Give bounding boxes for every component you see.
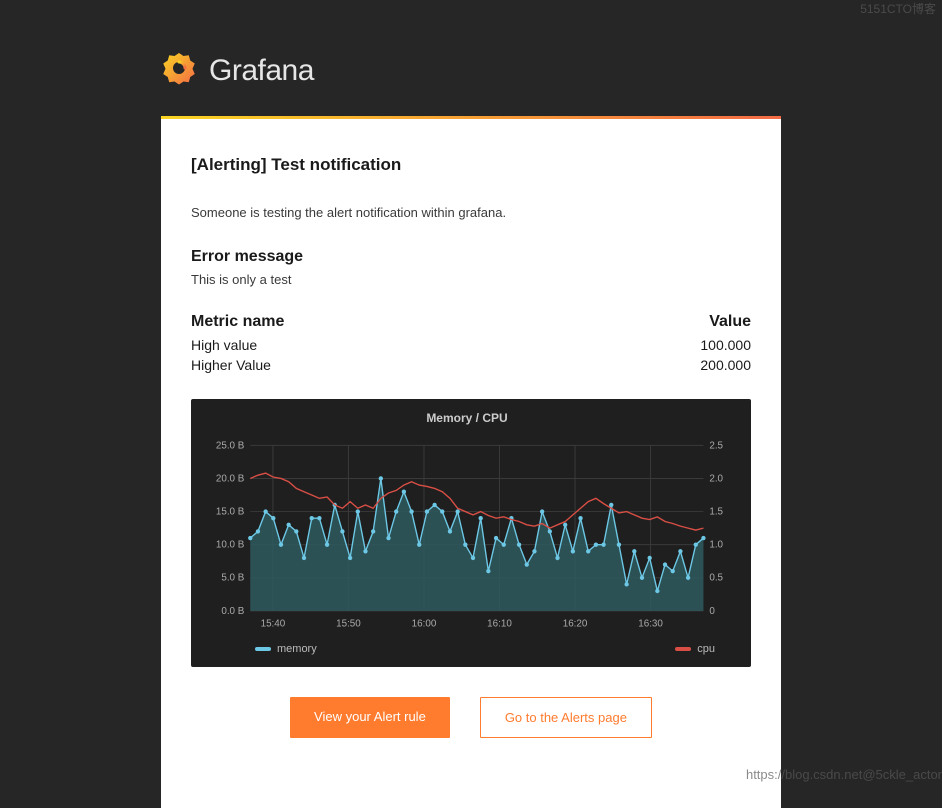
legend-item-memory: memory [255, 643, 317, 655]
svg-text:0.0 B: 0.0 B [221, 606, 244, 617]
brand-name: Grafana [209, 54, 314, 88]
svg-text:16:30: 16:30 [638, 619, 663, 630]
metrics-header-name: Metric name [191, 313, 284, 331]
legend-label: memory [277, 643, 317, 655]
email-card: Grafana [Alerting] Test notification Som… [161, 40, 781, 808]
alert-title: [Alerting] Test notification [191, 155, 751, 175]
svg-text:16:00: 16:00 [412, 619, 437, 630]
svg-text:16:10: 16:10 [487, 619, 512, 630]
alert-subtitle: Someone is testing the alert notificatio… [191, 205, 751, 220]
watermark-bottom: https://blog.csdn.net@5ckle_actor [746, 767, 942, 782]
watermark-top: 5151CTO博客 [860, 0, 936, 17]
svg-text:1.5: 1.5 [709, 507, 723, 518]
error-body: This is only a test [191, 272, 751, 287]
svg-text:0.5: 0.5 [709, 573, 723, 584]
chart-legend: memory cpu [201, 641, 733, 655]
svg-text:15.0 B: 15.0 B [216, 507, 245, 518]
chart-title: Memory / CPU [201, 411, 733, 425]
go-to-alerts-page-button[interactable]: Go to the Alerts page [480, 697, 652, 738]
error-heading: Error message [191, 248, 751, 266]
chart-svg: 0.0 B 0 5.0 B 0.5 10.0 B 1.0 15.0 B 1.5 20.0 B 2.… [201, 431, 733, 641]
table-row: Higher Value 200.000 [191, 357, 751, 373]
chart-panel: Memory / CPU 0.0 B 0 5.0 B 0.5 10.0 B 1.0 15.0… [191, 399, 751, 667]
legend-swatch-memory [255, 647, 271, 651]
actions-row: View your Alert rule Go to the Alerts pa… [191, 697, 751, 738]
legend-swatch-cpu [675, 647, 691, 651]
metric-value: 200.000 [700, 357, 751, 373]
email-content: [Alerting] Test notification Someone is … [161, 119, 781, 808]
svg-text:25.0 B: 25.0 B [216, 440, 245, 451]
svg-text:5.0 B: 5.0 B [221, 573, 244, 584]
table-row: High value 100.000 [191, 337, 751, 353]
svg-text:15:40: 15:40 [261, 619, 286, 630]
metrics-header-value: Value [709, 313, 751, 331]
svg-text:16:20: 16:20 [563, 619, 588, 630]
legend-item-cpu: cpu [675, 643, 715, 655]
metric-name: High value [191, 337, 257, 353]
svg-text:15:50: 15:50 [336, 619, 361, 630]
svg-text:0: 0 [709, 606, 715, 617]
view-alert-rule-button[interactable]: View your Alert rule [290, 697, 450, 738]
svg-text:20.0 B: 20.0 B [216, 473, 245, 484]
metric-value: 100.000 [700, 337, 751, 353]
metrics-table: Metric name Value High value 100.000 Hig… [191, 313, 751, 373]
legend-label: cpu [697, 643, 715, 655]
metric-name: Higher Value [191, 357, 271, 373]
brand-header: Grafana [161, 40, 781, 116]
svg-text:2.0: 2.0 [709, 473, 723, 484]
svg-text:10.0 B: 10.0 B [216, 540, 245, 551]
svg-text:2.5: 2.5 [709, 440, 723, 451]
grafana-logo-icon [161, 50, 197, 91]
svg-text:1.0: 1.0 [709, 540, 723, 551]
